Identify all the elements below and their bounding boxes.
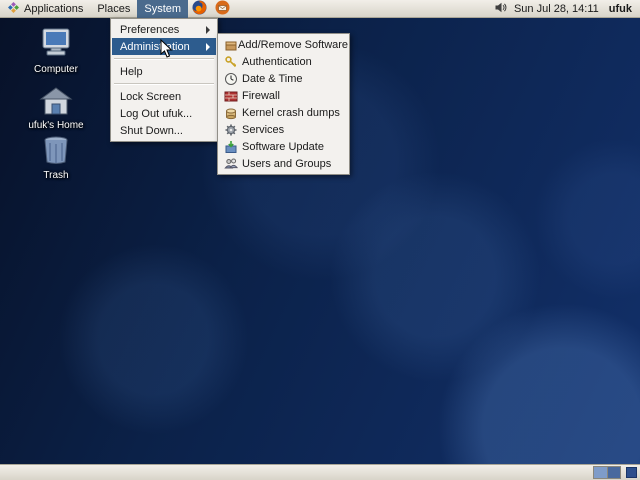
email-launcher-icon xyxy=(215,0,230,18)
top-panel-right: Sun Jul 28, 14:11 ufuk xyxy=(494,1,640,17)
menu-item-label: Preferences xyxy=(120,23,180,36)
services-gear-icon xyxy=(224,123,242,137)
desktop-icon-home[interactable]: ufuk's Home xyxy=(20,86,92,131)
menu-item-label: Kernel crash dumps xyxy=(242,106,340,119)
menu-item-label: Lock Screen xyxy=(120,90,182,103)
desktop-icon-label: ufuk's Home xyxy=(28,120,84,131)
menu-item-add-remove-software[interactable]: Add/Remove Software xyxy=(219,36,348,53)
workspace-1[interactable] xyxy=(594,467,607,478)
submenu-arrow-icon xyxy=(206,25,210,34)
top-panel: Applications Places System Sun Jul 28, 1… xyxy=(0,0,640,18)
bottom-panel xyxy=(0,464,640,480)
menu-item-software-update[interactable]: Software Update xyxy=(219,138,348,155)
desktop-icon-trash[interactable]: Trash xyxy=(20,134,92,181)
workspace-switcher[interactable] xyxy=(593,466,621,479)
desktop-icon-computer[interactable]: Computer xyxy=(20,28,92,75)
menu-item-label: Authentication xyxy=(242,55,312,68)
desktop-icon-label: Computer xyxy=(34,64,78,75)
firefox-launcher[interactable] xyxy=(188,0,211,18)
places-menu-label: Places xyxy=(97,2,131,15)
menu-item-preferences[interactable]: Preferences xyxy=(112,21,216,38)
administration-submenu: Add/Remove Software Authentication Date … xyxy=(217,33,350,175)
workspace-2[interactable] xyxy=(607,467,620,478)
package-icon xyxy=(224,38,238,52)
firefox-icon xyxy=(192,0,207,18)
volume-icon[interactable] xyxy=(494,1,508,17)
computer-icon xyxy=(36,28,76,63)
menu-item-services[interactable]: Services xyxy=(219,121,348,138)
desktop-icon-label: Trash xyxy=(43,170,69,181)
menu-item-label: Date & Time xyxy=(242,72,303,85)
system-menu-label: System xyxy=(144,2,182,15)
menu-item-lock-screen[interactable]: Lock Screen xyxy=(112,88,216,105)
mouse-cursor-icon xyxy=(160,38,174,62)
menu-item-label: Users and Groups xyxy=(242,157,332,170)
bottom-panel-right xyxy=(593,466,640,479)
menu-item-firewall[interactable]: Firewall xyxy=(219,87,348,104)
software-update-icon xyxy=(224,140,242,154)
firewall-icon xyxy=(224,89,242,103)
panel-applet-icon[interactable] xyxy=(626,467,637,478)
menu-item-kernel-crash-dumps[interactable]: Kernel crash dumps xyxy=(219,104,348,121)
menu-item-label: Add/Remove Software xyxy=(238,38,349,51)
users-groups-icon xyxy=(224,157,242,171)
menu-item-label: Firewall xyxy=(242,89,280,102)
menu-item-log-out[interactable]: Log Out ufuk... xyxy=(112,105,216,122)
distro-logo-icon xyxy=(7,1,20,17)
menu-item-label: Software Update xyxy=(242,140,324,153)
menu-item-authentication[interactable]: Authentication xyxy=(219,53,348,70)
menu-item-label: Administration xyxy=(120,40,190,53)
submenu-arrow-icon xyxy=(206,42,210,51)
applications-menu[interactable]: Applications xyxy=(0,0,90,18)
places-menu[interactable]: Places xyxy=(90,0,137,18)
menu-item-help[interactable]: Help xyxy=(112,63,216,80)
crash-dump-icon xyxy=(224,106,242,120)
applications-menu-label: Applications xyxy=(24,2,84,15)
menu-item-label: Services xyxy=(242,123,285,136)
menu-item-label: Help xyxy=(120,65,143,78)
user-switcher[interactable]: ufuk xyxy=(605,3,636,15)
menu-separator xyxy=(114,83,214,85)
keys-icon xyxy=(224,55,242,69)
system-menu-button[interactable]: System xyxy=(137,0,189,18)
menu-item-label: Shut Down... xyxy=(120,124,183,137)
trash-icon xyxy=(36,136,76,169)
email-launcher[interactable] xyxy=(211,0,234,18)
system-menu: Preferences Administration Help Lock Scr… xyxy=(110,18,218,142)
menu-item-users-and-groups[interactable]: Users and Groups xyxy=(219,155,348,172)
menu-item-date-time[interactable]: Date & Time xyxy=(219,70,348,87)
home-icon xyxy=(36,87,76,119)
clock-icon xyxy=(224,72,242,86)
menu-item-shut-down[interactable]: Shut Down... xyxy=(112,122,216,139)
clock-applet[interactable]: Sun Jul 28, 14:11 xyxy=(514,3,599,15)
menu-item-label: Log Out ufuk... xyxy=(120,107,193,120)
desktop-screen: Applications Places System Sun Jul 28, 1… xyxy=(0,0,640,480)
